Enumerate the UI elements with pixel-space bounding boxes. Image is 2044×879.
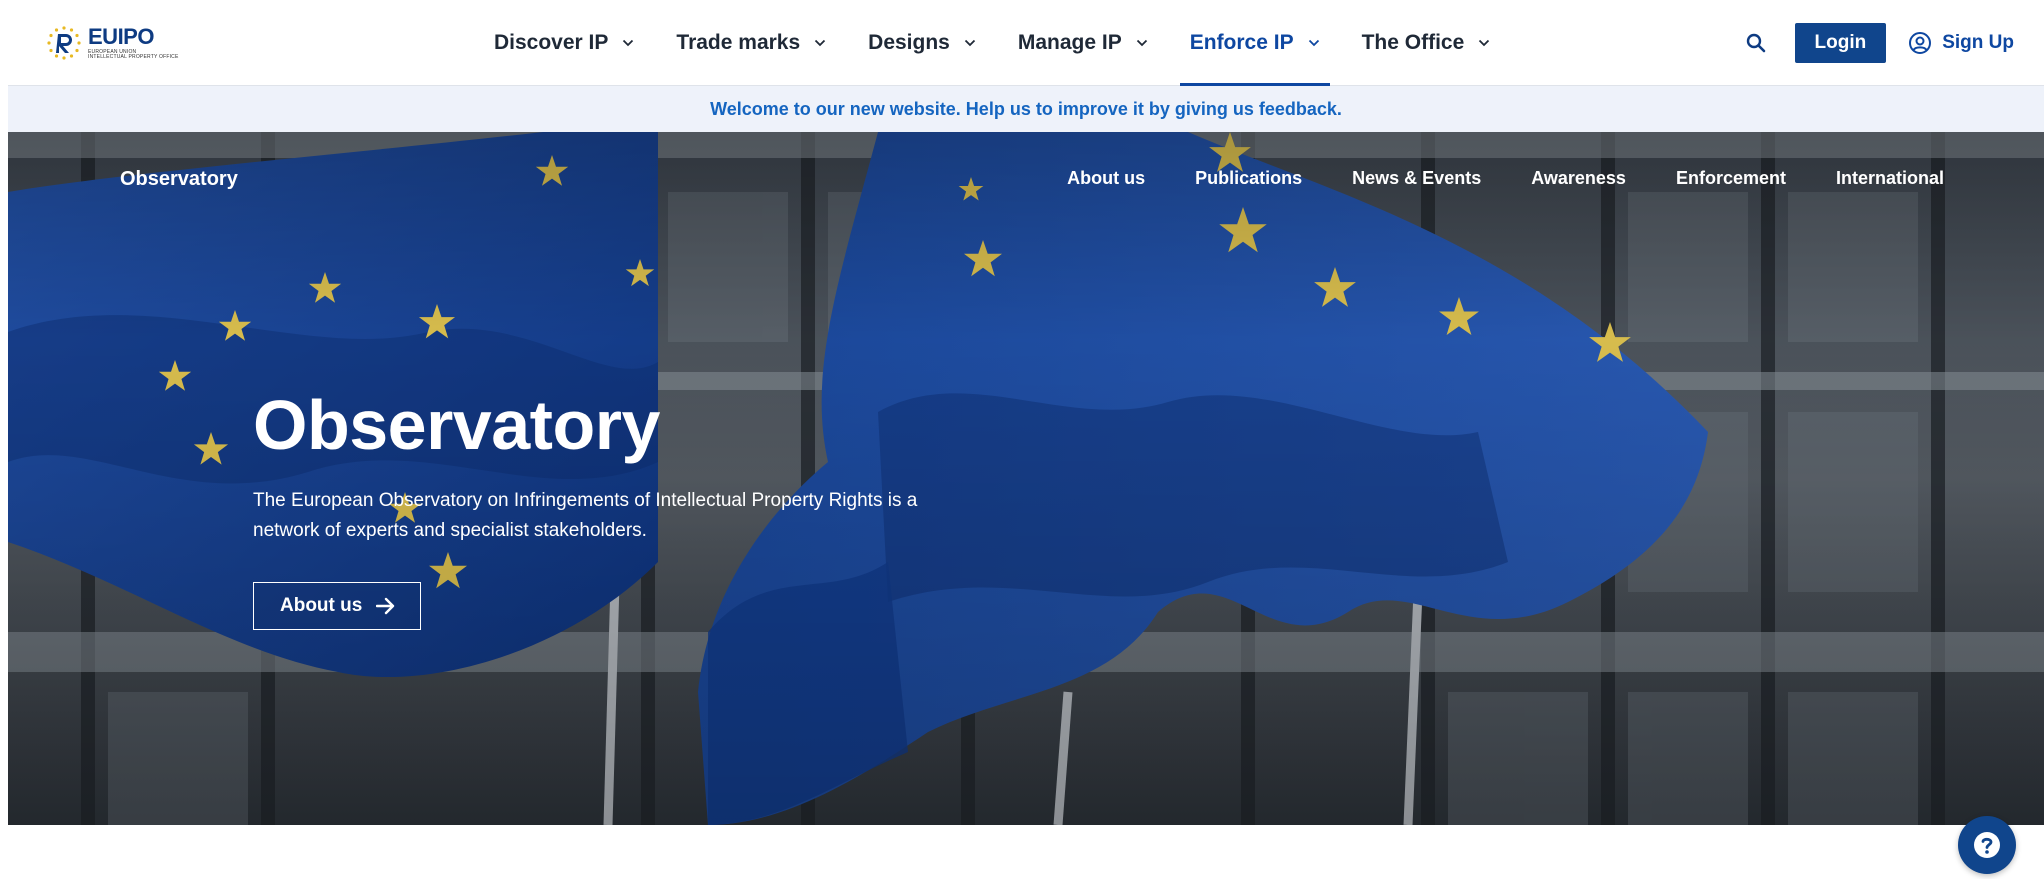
chevron-down-icon <box>815 39 826 47</box>
subnav-international[interactable]: International <box>1836 168 1944 189</box>
logo-wordmark: EUIPO <box>88 26 179 48</box>
help-question-icon <box>1974 832 2000 858</box>
logo-text: EUIPO EUROPEAN UNION INTELLECTUAL PROPER… <box>88 26 179 60</box>
chevron-down-icon <box>964 39 975 47</box>
euipo-logo-icon <box>47 26 81 60</box>
nav-enforce-ip[interactable]: Enforce IP <box>1179 0 1330 86</box>
nav-label: Discover IP <box>494 31 609 54</box>
hero-section: Observatory About us Publications News &… <box>8 132 2044 825</box>
chevron-down-icon <box>1479 39 1490 47</box>
nav-manage-ip[interactable]: Manage IP <box>1008 0 1158 86</box>
chevron-down-icon <box>1308 39 1319 47</box>
search-icon <box>1746 33 1765 53</box>
logo-eu: EU <box>88 24 118 49</box>
subnav-publications[interactable]: Publications <box>1195 168 1302 189</box>
subnav-enforcement[interactable]: Enforcement <box>1676 168 1786 189</box>
chevron-down-icon <box>1136 39 1147 47</box>
logo-subtitle: EUROPEAN UNION INTELLECTUAL PROPERTY OFF… <box>88 50 179 60</box>
nav-label: Trade marks <box>676 31 801 54</box>
about-us-button-label: About us <box>280 595 363 616</box>
hero-title: Observatory <box>253 386 660 464</box>
nav-trade-marks[interactable]: Trade marks <box>666 0 836 86</box>
feedback-banner: Welcome to our new website. Help us to i… <box>8 86 2044 132</box>
nav-label: Designs <box>868 31 950 54</box>
subnav-news-events[interactable]: News & Events <box>1352 168 1481 189</box>
nav-label: Enforce IP <box>1189 31 1294 54</box>
nav-discover-ip[interactable]: Discover IP <box>484 0 644 86</box>
hero-description: The European Observatory on Infringement… <box>253 490 918 541</box>
site-header: EUIPO EUROPEAN UNION INTELLECTUAL PROPER… <box>8 0 2044 86</box>
feedback-link[interactable]: Welcome to our new website. Help us to i… <box>710 99 1342 120</box>
subnav-about-us[interactable]: About us <box>1067 168 1145 189</box>
main-navigation: Discover IP Trade marks Designs Manage I… <box>484 0 1522 86</box>
nav-the-office[interactable]: The Office <box>1352 0 1501 86</box>
signup-label: Sign Up <box>1942 32 2014 53</box>
nav-label: Manage IP <box>1017 31 1122 54</box>
logo-subtitle-line2: INTELLECTUAL PROPERTY OFFICE <box>88 54 179 60</box>
chevron-down-icon <box>623 39 634 47</box>
page: EUIPO EUROPEAN UNION INTELLECTUAL PROPER… <box>8 0 2044 879</box>
signup-link[interactable]: Sign Up <box>1908 31 2014 55</box>
arrow-right-icon <box>376 597 395 615</box>
observatory-subnav: About us Publications News & Events Awar… <box>1017 168 1944 189</box>
search-button[interactable] <box>1741 28 1771 58</box>
nav-label: The Office <box>1361 31 1465 54</box>
user-circle-icon <box>1909 32 1932 54</box>
login-button[interactable]: Login <box>1794 23 1887 63</box>
hero-content: Observatory The European Observatory on … <box>253 390 973 630</box>
help-button[interactable] <box>1958 816 2016 874</box>
about-us-button[interactable]: About us <box>253 582 422 630</box>
header-actions: Login Sign Up <box>1741 0 2014 86</box>
subnav-observatory-home[interactable]: Observatory <box>120 168 238 191</box>
euipo-logo[interactable]: EUIPO EUROPEAN UNION INTELLECTUAL PROPER… <box>46 22 179 64</box>
logo-ipo: IPO <box>117 24 155 49</box>
nav-designs[interactable]: Designs <box>858 0 986 86</box>
subnav-awareness[interactable]: Awareness <box>1531 168 1626 189</box>
